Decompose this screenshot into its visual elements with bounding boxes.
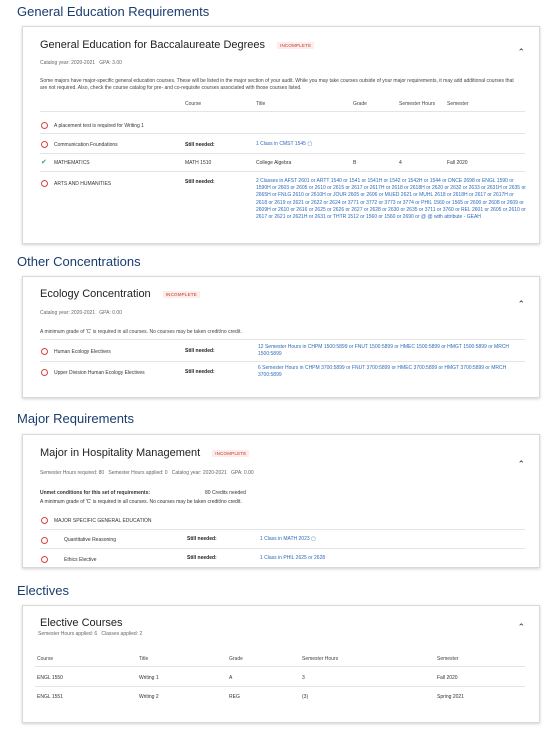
divider bbox=[40, 361, 525, 362]
unmet-conditions-label: Unmet conditions for this set of require… bbox=[40, 490, 151, 496]
course-grade: A bbox=[229, 675, 233, 681]
course-hours: (3) bbox=[302, 694, 309, 700]
divider bbox=[40, 548, 525, 549]
column-header-grade: Grade bbox=[353, 101, 367, 107]
course-semester: Fall 2020 bbox=[437, 675, 458, 681]
divider bbox=[40, 133, 525, 134]
electives-card: Elective Courses ⌃ Semester Hours applie… bbox=[22, 605, 540, 723]
card-meta: Catalog year: 2020-2021 GPA: 3.00 bbox=[40, 60, 122, 66]
course-hours: 3 bbox=[302, 675, 305, 681]
requirement-courses[interactable]: 6 Semester Hours in CHPM 3700:5899 or FN… bbox=[258, 365, 518, 379]
column-header-grade: Grade bbox=[229, 656, 243, 662]
chevron-up-icon[interactable]: ⌃ bbox=[517, 47, 525, 58]
gened-description: Some majors have major-specific general … bbox=[40, 78, 514, 91]
requirement-courses: 1 Class in MATH 2023 ▢ bbox=[260, 536, 316, 542]
course-code: ENGL 1551 bbox=[37, 694, 63, 700]
section-title-electives: Electives bbox=[17, 583, 70, 598]
divider bbox=[35, 686, 525, 687]
circle-outline-icon bbox=[41, 556, 48, 563]
circle-outline-icon bbox=[41, 348, 48, 355]
status-badge: INCOMPLETE bbox=[212, 449, 250, 457]
requirement-courses[interactable]: 1 Class in PHIL 2625 or 2628 bbox=[260, 555, 325, 562]
check-circle-icon: ✔ bbox=[41, 159, 47, 166]
course-code: ENGL 1550 bbox=[37, 675, 63, 681]
column-header-semester: Semester bbox=[447, 101, 469, 107]
requirement-label: A placement test is required for Writing… bbox=[54, 123, 144, 129]
section-title-other-concentrations: Other Concentrations bbox=[17, 254, 141, 269]
still-needed-label: Still needed: bbox=[187, 555, 217, 561]
column-header-course: Course bbox=[37, 656, 54, 662]
requirement-label[interactable]: Ethics Elective bbox=[64, 557, 97, 563]
requirement-label[interactable]: Quantitative Reasoning bbox=[64, 537, 116, 543]
chevron-up-icon[interactable]: ⌃ bbox=[517, 622, 525, 633]
divider bbox=[40, 153, 525, 154]
still-needed-label: Still needed: bbox=[187, 536, 217, 542]
section-title-major-requirements: Major Requirements bbox=[17, 411, 135, 426]
course-title: College Algebra bbox=[256, 160, 292, 166]
course-semester: Spring 2021 bbox=[437, 694, 464, 700]
course-semester: Fall 2020 bbox=[447, 160, 468, 166]
course-title: Writing 2 bbox=[139, 694, 159, 700]
divider bbox=[40, 529, 525, 530]
circle-outline-icon bbox=[41, 141, 48, 148]
requirement-label[interactable]: MAJOR SPECIFIC GENERAL EDUCATION bbox=[54, 518, 152, 524]
grade-note: A minimum grade of 'C' is required in al… bbox=[40, 499, 242, 505]
grade-note: A minimum grade of 'C' is required in al… bbox=[40, 329, 242, 335]
course-grade: REG bbox=[229, 694, 240, 700]
column-header-title: Title bbox=[139, 656, 149, 662]
divider bbox=[40, 111, 525, 112]
status-badge: INCOMPLETE bbox=[277, 41, 315, 49]
unmet-conditions-value: 80 Credits needed bbox=[205, 490, 246, 496]
circle-outline-icon bbox=[41, 180, 48, 187]
circle-outline-icon bbox=[41, 537, 48, 544]
requirement-courses[interactable]: 12 Semester Hours in CHPM 1500:5899 or F… bbox=[258, 344, 518, 358]
general-education-card: General Education for Baccalaureate Degr… bbox=[22, 26, 540, 244]
major-card: Major in Hospitality Management INCOMPLET… bbox=[22, 434, 540, 568]
requirement-courses: 1 Class in CMST 1545 ▢ bbox=[256, 141, 313, 147]
course-title: Writing 1 bbox=[139, 675, 159, 681]
ecology-concentration-card: Ecology Concentration INCOMPLETE ⌃ Catalo… bbox=[22, 276, 540, 398]
requirement-courses[interactable]: 2 Classes in AFST 2601 or ARTT 1540 or 1… bbox=[256, 178, 526, 221]
still-needed-label: Still needed: bbox=[185, 179, 215, 185]
circle-outline-icon bbox=[41, 517, 48, 524]
card-title: General Education for Baccalaureate Degr… bbox=[40, 39, 315, 51]
status-badge: INCOMPLETE bbox=[162, 290, 200, 298]
divider bbox=[35, 666, 525, 667]
course-grade: B bbox=[353, 160, 357, 166]
card-title: Elective Courses bbox=[40, 617, 123, 629]
column-header-semester-hours: Semester Hours bbox=[399, 101, 436, 107]
card-meta: Semester Hours applied: 6 Classes applie… bbox=[38, 631, 143, 637]
requirement-label[interactable]: Communication Foundations bbox=[54, 142, 118, 148]
card-meta: Catalog year: 2020-2021 GPA: 0.00 bbox=[40, 310, 122, 316]
divider bbox=[40, 339, 525, 340]
column-header-course: Course bbox=[185, 101, 202, 107]
course-code: MATH 1510 bbox=[185, 160, 212, 166]
requirement-label[interactable]: Upper Division Human Ecology Electives bbox=[54, 370, 145, 376]
requirement-label[interactable]: ARTS AND HUMANITIES bbox=[54, 181, 111, 187]
chevron-up-icon[interactable]: ⌃ bbox=[517, 299, 525, 310]
column-header-semester-hours: Semester Hours bbox=[302, 656, 339, 662]
card-meta: Semester Hours required: 80 Semester Hou… bbox=[40, 470, 254, 476]
card-title: Major in Hospitality Management INCOMPLET… bbox=[40, 447, 250, 459]
divider bbox=[40, 171, 525, 172]
still-needed-label: Still needed: bbox=[185, 142, 215, 148]
requirement-label[interactable]: MATHEMATICS bbox=[54, 160, 90, 166]
still-needed-label: Still needed: bbox=[185, 348, 215, 354]
still-needed-label: Still needed: bbox=[185, 369, 215, 375]
column-header-title: Title bbox=[256, 101, 266, 107]
card-title: Ecology Concentration INCOMPLETE bbox=[40, 288, 200, 300]
section-title-general-education: General Education Requirements bbox=[17, 4, 210, 19]
column-header-semester: Semester bbox=[437, 656, 459, 662]
course-hours: 4 bbox=[399, 160, 402, 166]
circle-outline-icon bbox=[41, 122, 48, 129]
chevron-up-icon[interactable]: ⌃ bbox=[517, 459, 525, 470]
requirement-label[interactable]: Human Ecology Electives bbox=[54, 349, 111, 355]
circle-outline-icon bbox=[41, 369, 48, 376]
